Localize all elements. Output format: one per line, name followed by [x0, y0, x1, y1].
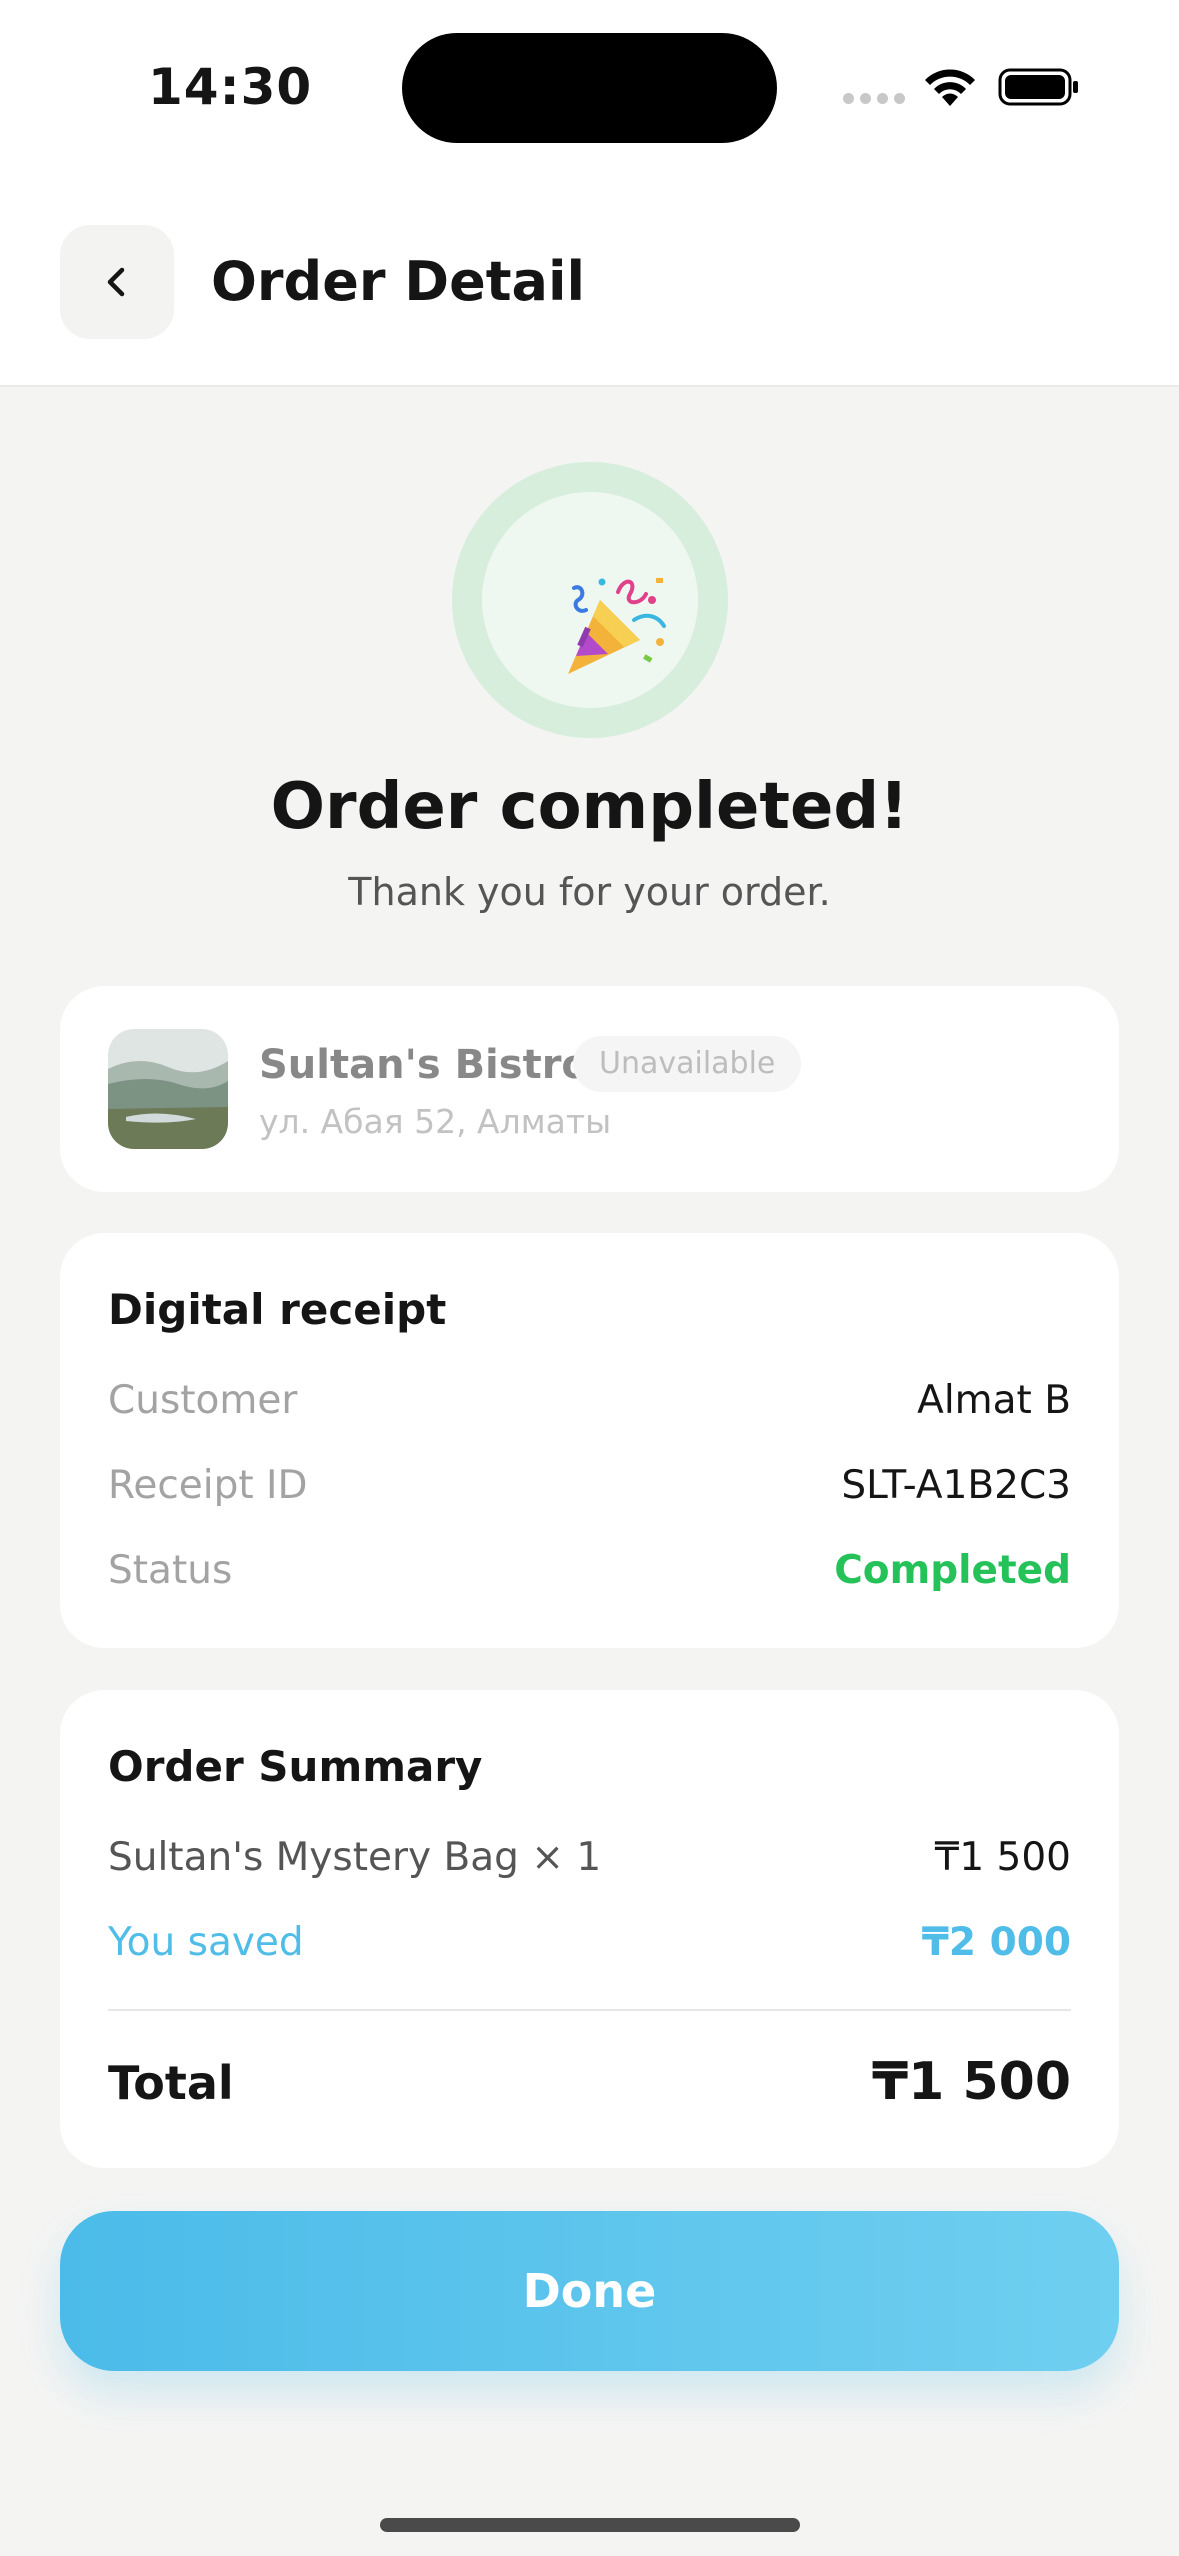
cellular-signal-icon: [843, 93, 905, 104]
summary-item-row: Sultan's Mystery Bag × 1 ₸1 500: [108, 1835, 1071, 1880]
summary-title: Order Summary: [108, 1742, 483, 1791]
status-time: 14:30: [148, 58, 313, 116]
receipt-row-id: Receipt ID SLT-A1B2C3: [108, 1463, 1071, 1508]
page-title: Order Detail: [211, 250, 585, 313]
dynamic-island: [402, 33, 777, 143]
receipt-label: Status: [108, 1548, 233, 1593]
battery-icon: [998, 68, 1078, 106]
receipt-label: Customer: [108, 1378, 298, 1423]
receipt-card: Digital receipt Customer Almat B Receipt…: [60, 1233, 1119, 1648]
order-summary-card: Order Summary Sultan's Mystery Bag × 1 ₸…: [60, 1690, 1119, 2168]
availability-badge: Unavailable: [573, 1036, 802, 1092]
total-value: ₸1 500: [871, 2052, 1071, 2112]
store-thumbnail: [108, 1029, 228, 1149]
chevron-left-icon: [107, 267, 125, 297]
party-popper-icon: [568, 578, 666, 674]
status-value: Completed: [834, 1548, 1071, 1593]
store-name: Sultan's Bistro: [259, 1042, 589, 1088]
store-address: ул. Абая 52, Алматы: [259, 1102, 612, 1141]
wifi-icon: [925, 69, 975, 106]
success-badge: [452, 462, 728, 738]
receipt-title: Digital receipt: [108, 1285, 447, 1334]
success-title: Order completed!: [270, 770, 909, 844]
store-card[interactable]: Sultan's Bistro Unavailable ул. Абая 52,…: [60, 986, 1119, 1192]
success-subtitle: Thank you for your order.: [348, 870, 831, 914]
nav-header: Order Detail: [0, 180, 1179, 387]
home-indicator[interactable]: [380, 2518, 800, 2532]
total-label: Total: [108, 2056, 234, 2110]
savings-value: ₸2 000: [921, 1920, 1071, 1965]
item-price: ₸1 500: [934, 1835, 1071, 1880]
summary-divider: [108, 2009, 1071, 2011]
savings-row: You saved ₸2 000: [108, 1920, 1071, 1965]
receipt-row-customer: Customer Almat B: [108, 1378, 1071, 1423]
done-button[interactable]: Done: [60, 2211, 1119, 2371]
receipt-value: SLT-A1B2C3: [841, 1463, 1071, 1508]
receipt-label: Receipt ID: [108, 1463, 308, 1508]
back-button[interactable]: [60, 225, 174, 339]
item-label: Sultan's Mystery Bag × 1: [108, 1835, 602, 1880]
savings-label: You saved: [108, 1920, 304, 1965]
receipt-value: Almat B: [917, 1378, 1071, 1423]
receipt-row-status: Status Completed: [108, 1548, 1071, 1593]
status-bar: 14:30: [0, 0, 1179, 180]
total-row: Total ₸1 500: [108, 2052, 1071, 2112]
